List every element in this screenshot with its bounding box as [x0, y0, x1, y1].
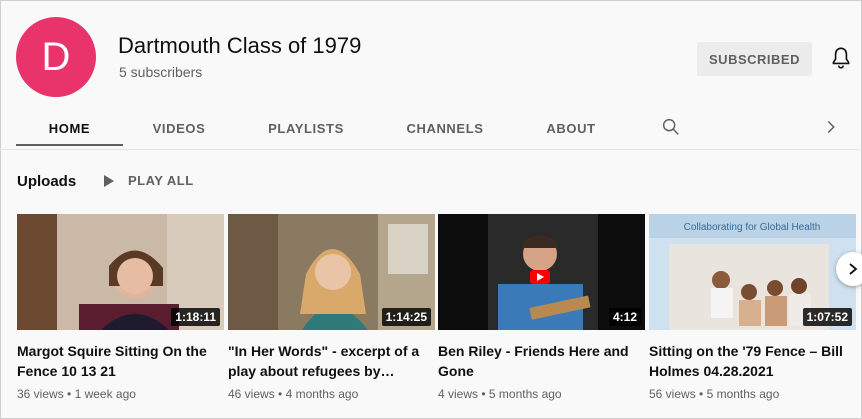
chevron-right-icon[interactable]	[820, 116, 842, 138]
uploads-heading[interactable]: Uploads	[17, 173, 76, 190]
tab-about[interactable]: ABOUT	[530, 110, 612, 146]
tab-home[interactable]: HOME	[16, 110, 123, 146]
video-duration: 1:18:11	[171, 308, 220, 326]
video-title[interactable]: "In Her Words" - excerpt of a play about…	[228, 341, 435, 381]
subscribed-button[interactable]: SUBSCRIBED	[697, 42, 812, 76]
meta-separator: •	[274, 387, 286, 401]
meta-separator: •	[695, 387, 707, 401]
video-thumbnail[interactable]: 1:18:11	[17, 214, 224, 330]
play-all-button[interactable]: PLAY ALL	[104, 173, 194, 188]
bell-icon[interactable]	[828, 45, 854, 71]
shelf-next-button[interactable]	[836, 252, 862, 286]
upload-age: 5 months ago	[706, 387, 780, 401]
tab-label: HOME	[48, 120, 91, 136]
video-meta: 4 views • 5 months ago	[438, 387, 645, 401]
search-icon[interactable]	[660, 116, 682, 138]
video-thumbnail[interactable]: 1:14:25	[228, 214, 435, 330]
play-icon	[104, 174, 114, 187]
subscribed-label: SUBSCRIBED	[709, 51, 800, 67]
active-tab-indicator	[16, 144, 123, 146]
view-count: 36 views	[17, 387, 64, 401]
view-count: 4 views	[438, 387, 479, 401]
upload-age: 5 months ago	[488, 387, 562, 401]
video-title[interactable]: Sitting on the '79 Fence – Bill Holmes 0…	[649, 341, 856, 381]
video-card[interactable]: 4:12 Ben Riley - Friends Here and Gone 4…	[438, 214, 645, 401]
video-duration: 4:12	[608, 308, 641, 326]
view-count: 56 views	[649, 387, 696, 401]
tab-channels[interactable]: CHANNELS	[394, 110, 496, 146]
meta-separator: •	[63, 387, 75, 401]
avatar-letter: D	[41, 34, 71, 79]
tab-playlists[interactable]: PLAYLISTS	[254, 110, 358, 146]
video-meta: 46 views • 4 months ago	[228, 387, 435, 401]
video-thumbnail[interactable]: Collaborating for Global Health 1:07:52	[649, 214, 856, 330]
tabs-divider	[0, 149, 862, 150]
play-all-label: PLAY ALL	[128, 173, 194, 188]
channel-name: Dartmouth Class of 1979	[118, 33, 362, 58]
tab-label: PLAYLISTS	[268, 120, 344, 136]
subscriber-count: 5 subscribers	[119, 64, 203, 80]
meta-separator: •	[478, 387, 489, 401]
upload-age: 4 months ago	[285, 387, 359, 401]
tab-label: VIDEOS	[152, 120, 206, 136]
video-card[interactable]: 1:14:25 "In Her Words" - excerpt of a pl…	[228, 214, 435, 401]
video-card[interactable]: Collaborating for Global Health 1:07:52 …	[649, 214, 856, 401]
view-count: 46 views	[228, 387, 275, 401]
video-meta: 56 views • 5 months ago	[649, 387, 856, 401]
video-title[interactable]: Margot Squire Sitting On the Fence 10 13…	[17, 341, 224, 381]
video-duration: 1:14:25	[381, 308, 431, 326]
upload-age: 1 week ago	[74, 387, 136, 401]
video-meta: 36 views • 1 week ago	[17, 387, 224, 401]
video-card[interactable]: 1:18:11 Margot Squire Sitting On the Fen…	[17, 214, 224, 401]
tab-videos[interactable]: VIDEOS	[138, 110, 220, 146]
tab-label: ABOUT	[546, 120, 596, 136]
video-title[interactable]: Ben Riley - Friends Here and Gone	[438, 341, 645, 381]
channel-avatar[interactable]: D	[16, 17, 96, 97]
thumbnail-banner: Collaborating for Global Health	[684, 222, 821, 233]
video-thumbnail[interactable]: 4:12	[438, 214, 645, 330]
tab-label: CHANNELS	[406, 120, 484, 136]
channel-tabs: HOME VIDEOS PLAYLISTS CHANNELS ABOUT	[0, 110, 862, 148]
chevron-right-icon	[849, 263, 858, 275]
video-duration: 1:07:52	[802, 308, 852, 326]
